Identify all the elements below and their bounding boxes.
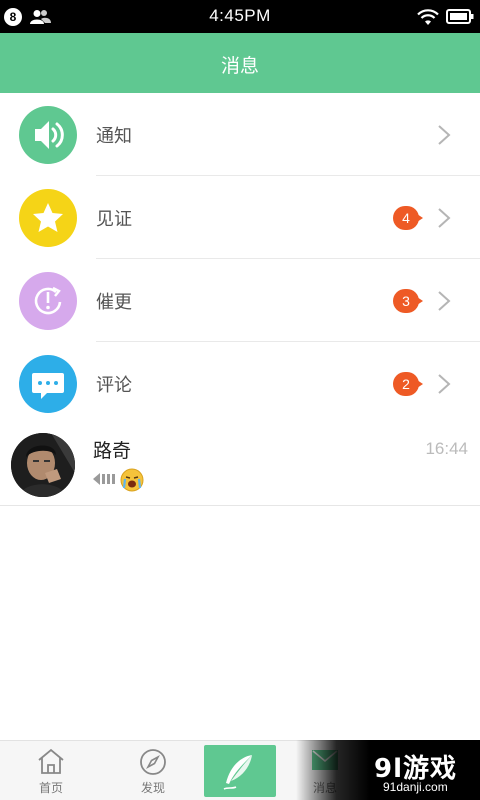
unread-badge: 4 (393, 206, 423, 230)
star-icon (19, 189, 77, 247)
category-row-witness[interactable]: 见证 4 (0, 176, 480, 259)
category-label: 通知 (96, 126, 132, 147)
message-time: 16:44 (425, 439, 468, 458)
exclamation-refresh-icon (19, 272, 77, 330)
category-row-notifications[interactable]: 通知 (0, 93, 480, 176)
compose-button[interactable] (204, 745, 276, 797)
nav-home[interactable]: 首页 (22, 741, 80, 800)
chevron-right-icon (438, 125, 451, 145)
wifi-icon (417, 9, 439, 25)
category-row-urge-update[interactable]: 催更 3 (0, 259, 480, 342)
crying-emoji-icon (120, 468, 144, 492)
nav-label: 首页 (38, 781, 63, 795)
unread-badge: 2 (393, 372, 423, 396)
speaker-icon (19, 106, 77, 164)
status-time: 4:45PM (209, 6, 271, 25)
avatar[interactable] (11, 433, 75, 497)
contact-name: 路奇 (93, 440, 132, 462)
header-bar: 消息 (0, 33, 480, 93)
watermark-url: 91danji.com (383, 780, 448, 794)
category-label: 评论 (96, 375, 132, 396)
unread-badge: 3 (393, 289, 423, 313)
voice-icon (93, 473, 115, 485)
home-icon (38, 748, 64, 774)
message-list-item[interactable]: 路奇 16:44 (0, 425, 480, 505)
feather-icon (223, 755, 252, 790)
chevron-right-icon (438, 374, 451, 394)
page-title: 消息 (220, 55, 259, 77)
chevron-right-icon (438, 208, 451, 228)
chat-bubble-icon (19, 355, 77, 413)
category-label: 见证 (96, 209, 132, 230)
category-row-comments[interactable]: 评论 2 (0, 342, 480, 425)
status-bar: 8 4:45PM (0, 0, 480, 33)
battery-icon (446, 9, 474, 24)
compass-icon (140, 749, 166, 775)
divider (0, 505, 480, 506)
chevron-right-icon (438, 291, 451, 311)
nav-label: 发现 (140, 781, 165, 795)
nav-discover[interactable]: 发现 (124, 741, 182, 800)
category-label: 催更 (96, 292, 132, 313)
